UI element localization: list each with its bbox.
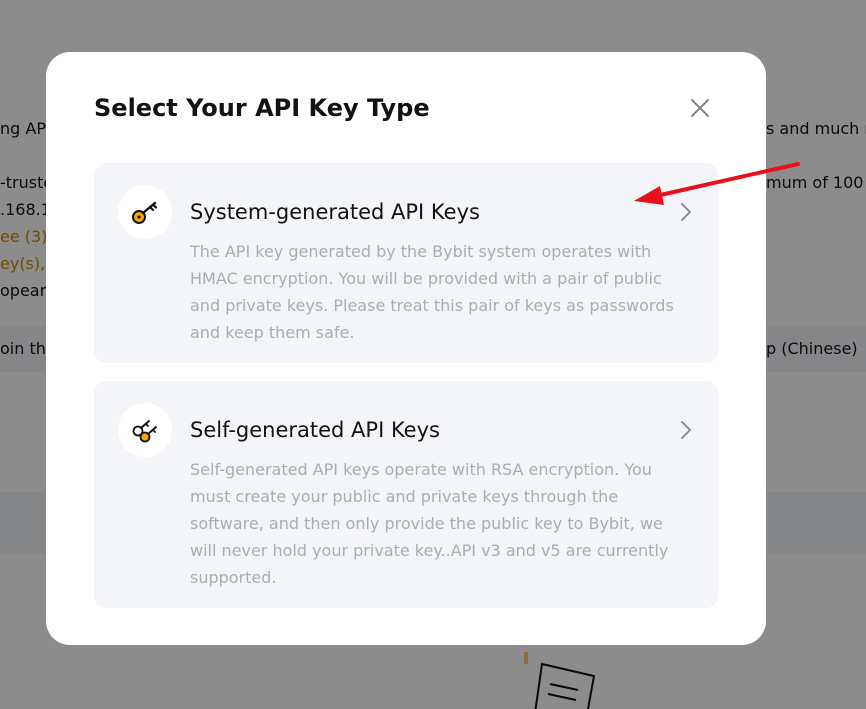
option-description: The API key generated by the Bybit syste… <box>190 242 674 342</box>
modal-title: Select Your API Key Type <box>94 94 430 122</box>
chevron-right-icon <box>678 418 694 442</box>
close-icon <box>691 99 709 117</box>
key-icon-badge <box>118 185 172 239</box>
chevron-right-icon <box>678 200 694 224</box>
close-button[interactable] <box>686 94 714 122</box>
option-description: Self-generated API keys operate with RSA… <box>190 460 669 587</box>
keys-icon-badge <box>118 403 172 457</box>
option-self-generated-keys[interactable]: Self-generated API Keys Self-generated A… <box>94 381 718 608</box>
option-title: Self-generated API Keys <box>190 418 440 442</box>
option-title: System-generated API Keys <box>190 200 480 224</box>
key-icon <box>132 201 158 224</box>
api-key-type-modal: Select Your API Key Type System-generate… <box>46 52 766 645</box>
option-system-generated-keys[interactable]: System-generated API Keys The API key ge… <box>94 163 718 363</box>
keys-icon <box>132 420 157 443</box>
